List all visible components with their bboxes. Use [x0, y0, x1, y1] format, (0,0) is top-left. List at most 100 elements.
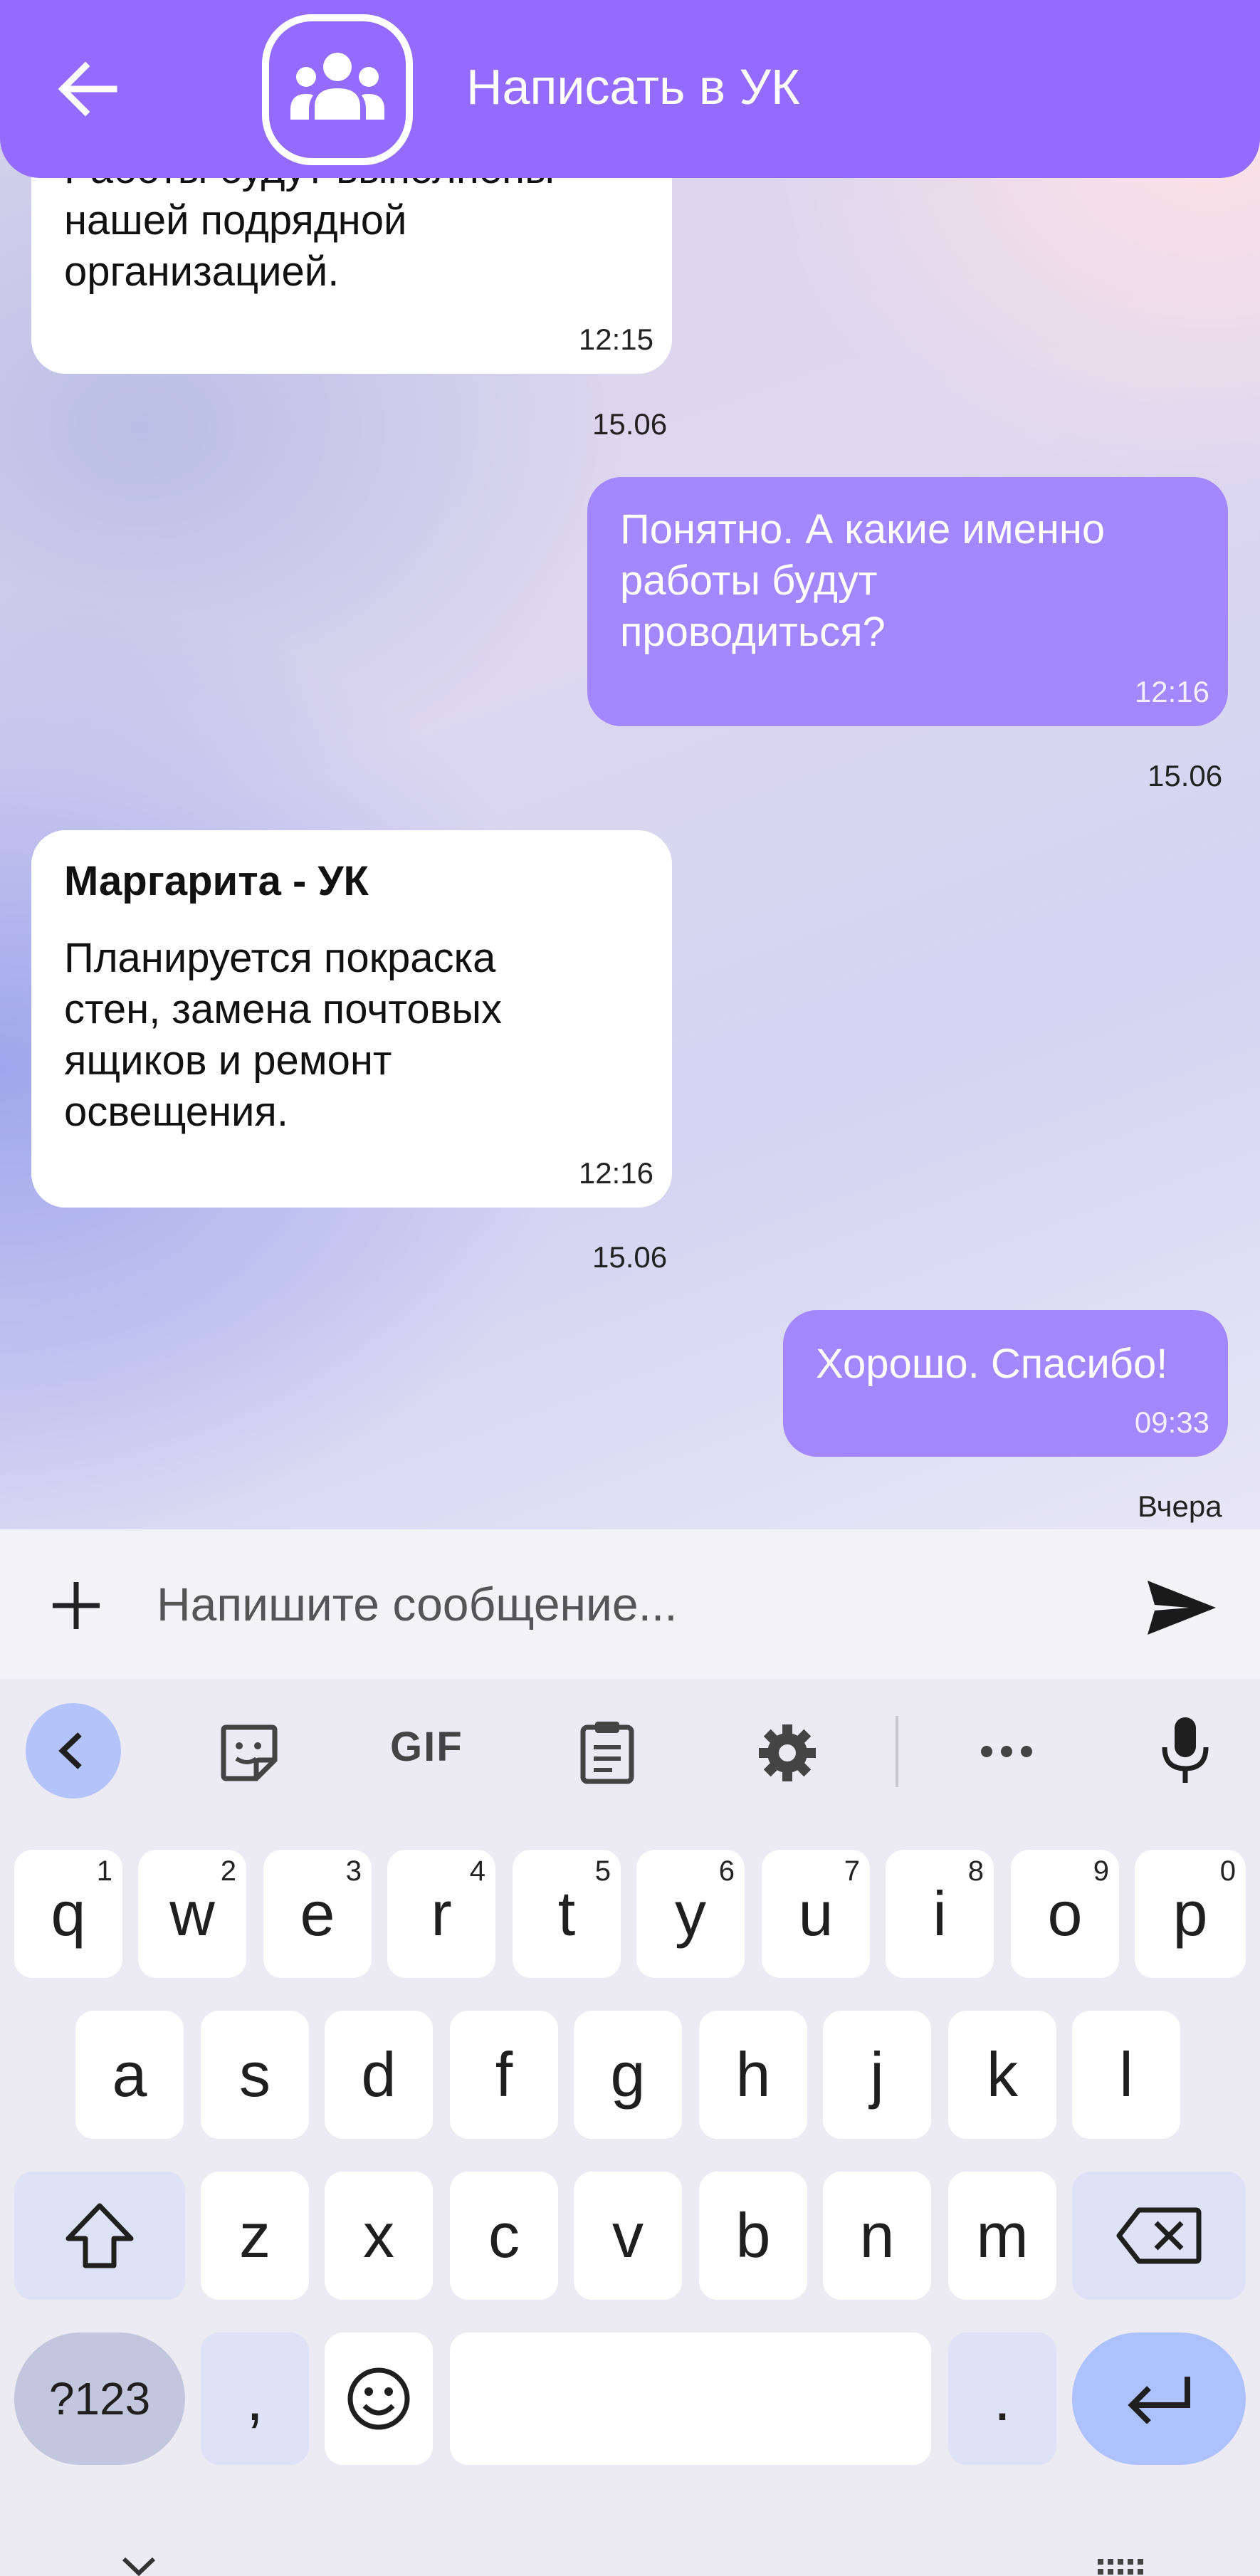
key-s[interactable]: s — [201, 2011, 309, 2139]
key-v[interactable]: v — [574, 2172, 682, 2300]
microphone-icon — [1162, 1717, 1209, 1783]
group-icon — [290, 53, 384, 120]
sticker-icon — [221, 1724, 278, 1781]
key-d[interactable]: d — [325, 2011, 433, 2139]
message-line: стен, замена почтовых — [64, 986, 503, 1032]
key-hint: 7 — [844, 1855, 860, 1887]
message-line: работы будут — [620, 557, 878, 604]
send-button[interactable] — [1146, 1579, 1217, 1636]
key-f[interactable]: f — [450, 2011, 558, 2139]
message-line: Хорошо. Спасибо! — [816, 1341, 1168, 1387]
message-line: Понятно. А какие именно — [620, 506, 1106, 553]
sticker-button[interactable] — [219, 1723, 279, 1786]
symbols-key[interactable]: ?123 — [14, 2332, 185, 2465]
back-button[interactable] — [57, 61, 121, 117]
key-c[interactable]: c — [450, 2172, 558, 2300]
emoji-key[interactable] — [325, 2332, 433, 2465]
message-bubble-incoming[interactable]: Маргарита - УК Планируется покраска стен… — [31, 830, 672, 1208]
message-date: 15.06 — [1148, 759, 1223, 792]
gif-label: GIF — [390, 1724, 463, 1770]
message-line: ящиков и ремонт — [64, 1037, 392, 1084]
key-m[interactable]: m — [948, 2172, 1056, 2300]
key-l[interactable]: l — [1072, 2011, 1180, 2139]
keyboard-settings-button[interactable] — [757, 1723, 817, 1786]
key-hint: 2 — [220, 1855, 236, 1887]
key-h[interactable]: h — [699, 2011, 807, 2139]
voice-input-button[interactable] — [1160, 1714, 1210, 1789]
message-composer — [0, 1529, 1260, 1679]
nav-hide-keyboard-button[interactable] — [121, 2556, 157, 2576]
plus-icon — [53, 1582, 100, 1629]
key-w[interactable]: w2 — [138, 1850, 246, 1978]
backspace-key[interactable] — [1072, 2172, 1246, 2300]
key-j[interactable]: j — [823, 2011, 931, 2139]
page-title: Написать в УК — [466, 59, 800, 115]
shift-key[interactable] — [14, 2172, 185, 2300]
key-u[interactable]: u7 — [762, 1850, 870, 1978]
message-time: 12:16 — [578, 1156, 653, 1190]
period-key[interactable]: . — [948, 2332, 1056, 2465]
message-input[interactable] — [157, 1558, 1082, 1650]
emoji-icon — [347, 2367, 410, 2430]
send-icon — [1148, 1581, 1216, 1635]
key-t[interactable]: t5 — [513, 1850, 621, 1978]
message-time: 12:15 — [578, 323, 653, 356]
keyboard-icon — [1098, 2559, 1143, 2575]
message-date: 15.06 — [592, 1240, 668, 1274]
message-date: 15.06 — [592, 407, 668, 441]
message-date: Вчера — [1138, 1489, 1222, 1523]
message-line: Планируется покраска — [64, 935, 496, 981]
key-i[interactable]: i8 — [886, 1850, 994, 1978]
key-p[interactable]: p0 — [1135, 1850, 1246, 1978]
chat-area[interactable]: Работы будут выполнены нашей подрядной о… — [0, 0, 1260, 1529]
on-screen-keyboard: GIF q 1 w 2 e 3 r 4 t 5 y 6 u 7 i 8 o 9 … — [0, 1679, 1260, 2576]
message-line: проводиться? — [620, 609, 886, 655]
more-horizontal-icon — [981, 1746, 1032, 1757]
key-hint: 4 — [469, 1855, 485, 1887]
key-y[interactable]: y6 — [636, 1850, 745, 1978]
key-a[interactable]: a — [75, 2011, 184, 2139]
nav-keyboard-switch-button[interactable] — [1096, 2557, 1150, 2576]
toolbar-divider — [896, 1716, 898, 1787]
message-line: освещения. — [64, 1089, 288, 1135]
message-time: 09:33 — [1134, 1405, 1209, 1439]
enter-key[interactable] — [1072, 2332, 1246, 2465]
key-k[interactable]: k — [948, 2011, 1056, 2139]
arrow-left-icon — [58, 61, 117, 117]
chevron-down-icon — [122, 2557, 156, 2576]
key-g[interactable]: g — [574, 2011, 682, 2139]
key-e[interactable]: e3 — [263, 1850, 372, 1978]
chevron-left-icon — [58, 1732, 82, 1769]
gif-button[interactable]: GIF — [390, 1723, 463, 1771]
message-line: нашей подрядной — [64, 197, 407, 244]
key-q[interactable]: q1 — [14, 1850, 122, 1978]
key-n[interactable]: n — [823, 2172, 931, 2300]
message-time: 12:16 — [1134, 675, 1209, 708]
key-hint: 3 — [345, 1855, 362, 1887]
keyboard-collapse-button[interactable] — [26, 1703, 121, 1799]
shift-icon — [65, 2203, 134, 2268]
attach-button[interactable] — [51, 1581, 101, 1630]
backspace-icon — [1116, 2207, 1202, 2264]
clipboard-icon — [580, 1722, 634, 1784]
key-r[interactable]: r4 — [387, 1850, 495, 1978]
gear-icon — [759, 1724, 816, 1781]
key-z[interactable]: z — [201, 2172, 309, 2300]
key-hint: 8 — [967, 1855, 984, 1887]
key-hint: 6 — [718, 1855, 735, 1887]
avatar[interactable] — [262, 14, 413, 165]
message-bubble-outgoing[interactable]: Понятно. А какие именно работы будут про… — [587, 477, 1228, 726]
comma-key[interactable]: , — [201, 2332, 309, 2465]
clipboard-button[interactable] — [579, 1719, 635, 1788]
key-b[interactable]: b — [699, 2172, 807, 2300]
message-bubble-outgoing[interactable]: Хорошо. Спасибо! 09:33 — [783, 1310, 1228, 1457]
space-key[interactable] — [450, 2332, 931, 2465]
key-o[interactable]: o9 — [1011, 1850, 1119, 1978]
app-header: Написать в УК — [0, 0, 1260, 178]
enter-icon — [1128, 2377, 1190, 2424]
more-options-button[interactable] — [980, 1744, 1034, 1762]
key-hint: 9 — [1093, 1855, 1109, 1887]
message-sender: Маргарита - УК — [64, 858, 369, 904]
key-hint: 0 — [1219, 1855, 1236, 1887]
key-x[interactable]: x — [325, 2172, 433, 2300]
